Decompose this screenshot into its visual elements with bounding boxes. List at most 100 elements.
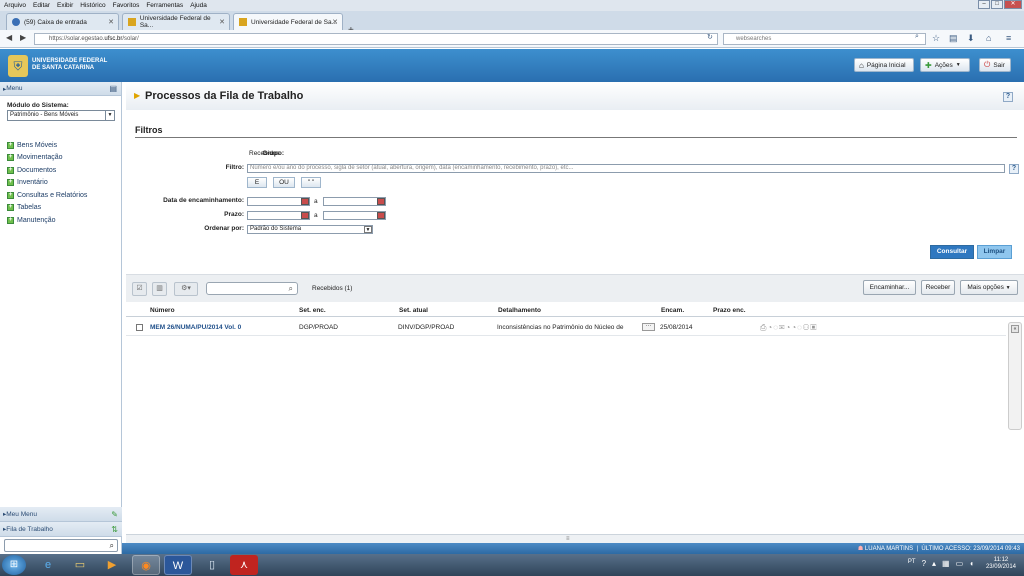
- browser-menu-icon[interactable]: ≡: [1006, 33, 1011, 43]
- home-icon[interactable]: ⌂: [986, 33, 991, 43]
- reload-icon[interactable]: ↻: [707, 33, 713, 41]
- horizontal-scrollbar[interactable]: ≡: [126, 534, 1024, 543]
- date-to-input[interactable]: [323, 197, 386, 206]
- sidebar-search-input[interactable]: ⌕: [4, 539, 118, 552]
- my-menu-header[interactable]: ▸ Meu Menu ✎: [0, 507, 122, 522]
- search-icon[interactable]: ⌕: [110, 541, 114, 551]
- sidebar-item-tabelas[interactable]: + Tabelas: [0, 202, 121, 215]
- columns-icon[interactable]: ▥: [152, 282, 167, 296]
- calendar-icon[interactable]: [301, 212, 309, 219]
- word-icon[interactable]: W: [164, 555, 192, 575]
- row-checkbox[interactable]: [136, 324, 143, 331]
- exit-button[interactable]: ⏻ Sair: [979, 58, 1011, 72]
- operator-quote-button[interactable]: " ": [301, 177, 321, 188]
- receive-button[interactable]: Receber: [921, 280, 955, 295]
- download-icon[interactable]: ⬇: [967, 33, 975, 44]
- filter-help-icon[interactable]: ?: [1009, 164, 1019, 174]
- minimize-icon[interactable]: –: [978, 0, 990, 9]
- language-indicator[interactable]: PT: [908, 559, 916, 568]
- settings-gear-icon[interactable]: ⚙▾: [174, 282, 198, 296]
- search-button[interactable]: Consultar: [930, 245, 974, 259]
- maximize-icon[interactable]: □: [991, 0, 1003, 9]
- media-player-icon[interactable]: ▶: [98, 555, 126, 575]
- volume-icon[interactable]: ◖: [969, 559, 974, 568]
- menu-header[interactable]: ▸ Menu ▤: [0, 82, 121, 96]
- help-circle-icon[interactable]: ?: [922, 559, 926, 568]
- start-button-icon[interactable]: ⊞: [2, 555, 26, 575]
- operator-and-button[interactable]: E: [247, 177, 267, 188]
- filter-input[interactable]: Número e/ou ano do processo, sigla de se…: [247, 164, 1005, 173]
- sidebar-item-consultas[interactable]: + Consultas e Relatórios: [0, 189, 121, 202]
- acrobat-icon[interactable]: ⋏: [230, 555, 258, 575]
- sidebar-item-movimentacao[interactable]: + Movimentação: [0, 152, 121, 165]
- firefox-icon[interactable]: ◉: [132, 555, 160, 575]
- sidebar-item-inventario[interactable]: + Inventário: [0, 177, 121, 190]
- process-number-link[interactable]: MEM 26/NUMA/PU/2014 Vol. 0: [150, 324, 241, 331]
- network-icon[interactable]: ▦: [942, 559, 950, 568]
- column-header-set-atual[interactable]: Set. atual: [399, 307, 428, 314]
- module-select[interactable]: Patrimônio - Bens Móveis ▼: [7, 110, 115, 121]
- back-icon[interactable]: ◀: [6, 33, 12, 42]
- column-header-set-enc[interactable]: Set. enc.: [299, 307, 326, 314]
- actions-button[interactable]: ✚ Ações ▼: [920, 58, 970, 72]
- column-header-detalhamento[interactable]: Detalhamento: [498, 307, 541, 314]
- help-icon[interactable]: ?: [1003, 92, 1013, 102]
- select-all-icon[interactable]: ☑: [132, 282, 147, 296]
- web-search-input[interactable]: websearches: [723, 33, 926, 45]
- date-from-input[interactable]: [247, 197, 310, 206]
- more-details-button[interactable]: ···: [642, 323, 655, 331]
- tab-ufsc-active[interactable]: Universidade Federal de Sa... ✕: [233, 13, 343, 30]
- internet-explorer-icon[interactable]: e: [34, 555, 62, 575]
- menu-history[interactable]: Histórico: [80, 2, 105, 9]
- edit-icon[interactable]: ✎: [111, 510, 118, 519]
- bookmarks-list-icon[interactable]: ▤: [949, 33, 958, 44]
- clock[interactable]: 11:12 23/09/2014: [986, 557, 1016, 571]
- deadline-to-input[interactable]: [323, 211, 386, 220]
- calendar-icon[interactable]: [377, 212, 385, 219]
- sidebar-item-bens-moveis[interactable]: + Bens Móveis: [0, 139, 121, 152]
- file-explorer-icon[interactable]: ▭: [66, 555, 94, 575]
- more-options-button[interactable]: Mais opções ▼: [960, 280, 1018, 295]
- clear-button[interactable]: Limpar: [977, 245, 1012, 259]
- close-tab-icon[interactable]: ✕: [219, 18, 225, 26]
- calendar-icon[interactable]: [301, 198, 309, 205]
- close-window-icon[interactable]: ✕: [1004, 0, 1022, 9]
- menu-view[interactable]: Exibir: [57, 2, 73, 9]
- url-bar[interactable]: https://solar.egestao.ufsc.br/solar/: [34, 33, 718, 45]
- menu-help[interactable]: Ajuda: [190, 2, 207, 9]
- table-row[interactable]: MEM 26/NUMA/PU/2014 Vol. 0 DGP/PROAD DIN…: [126, 320, 1006, 336]
- menu-bookmarks[interactable]: Favoritos: [113, 2, 140, 9]
- work-queue-header[interactable]: ▸ Fila de Trabalho ⇅: [0, 522, 122, 537]
- bookmark-star-icon[interactable]: ☆: [932, 33, 940, 44]
- refresh-icon[interactable]: ⇅: [111, 525, 118, 534]
- vertical-scrollbar[interactable]: «: [1008, 322, 1022, 430]
- close-tab-icon[interactable]: ✕: [332, 18, 338, 26]
- column-header-encam[interactable]: Encam.: [661, 307, 684, 314]
- battery-icon[interactable]: ▭: [956, 559, 964, 568]
- sidebar-item-manutencao[interactable]: + Manutenção: [0, 214, 121, 227]
- forward-button[interactable]: Encaminhar...: [863, 280, 916, 295]
- document-icon[interactable]: ▯: [198, 555, 226, 575]
- column-header-numero[interactable]: Número: [150, 307, 175, 314]
- menu-tools[interactable]: Ferramentas: [146, 2, 183, 9]
- operator-or-button[interactable]: OU: [273, 177, 295, 188]
- list-search-input[interactable]: ⌕: [206, 282, 298, 295]
- home-page-button[interactable]: ⌂ Página Inicial: [854, 58, 914, 72]
- tab-inbox[interactable]: (59) Caixa de entrada ✕: [6, 13, 119, 30]
- close-tab-icon[interactable]: ✕: [108, 18, 114, 26]
- scroll-grip-icon[interactable]: ≡: [566, 536, 570, 542]
- scroll-collapse-icon[interactable]: «: [1011, 325, 1019, 333]
- column-header-prazo[interactable]: Prazo enc.: [713, 307, 746, 314]
- tab-ufsc-1[interactable]: Universidade Federal de Sa... ✕: [122, 13, 230, 30]
- deadline-from-input[interactable]: [247, 211, 310, 220]
- calendar-icon[interactable]: [377, 198, 385, 205]
- search-icon[interactable]: ⌕: [289, 284, 293, 294]
- sidebar-item-documentos[interactable]: + Documentos: [0, 164, 121, 177]
- forward-icon[interactable]: ▶: [20, 33, 26, 42]
- search-icon[interactable]: ⌕: [915, 33, 919, 41]
- menu-view-icon[interactable]: ▤: [109, 84, 117, 93]
- menu-file[interactable]: Arquivo: [4, 2, 26, 9]
- menu-edit[interactable]: Editar: [33, 2, 50, 9]
- show-hidden-icons-icon[interactable]: ▴: [932, 559, 936, 568]
- order-select[interactable]: Padrão do Sistema ▼: [247, 225, 373, 234]
